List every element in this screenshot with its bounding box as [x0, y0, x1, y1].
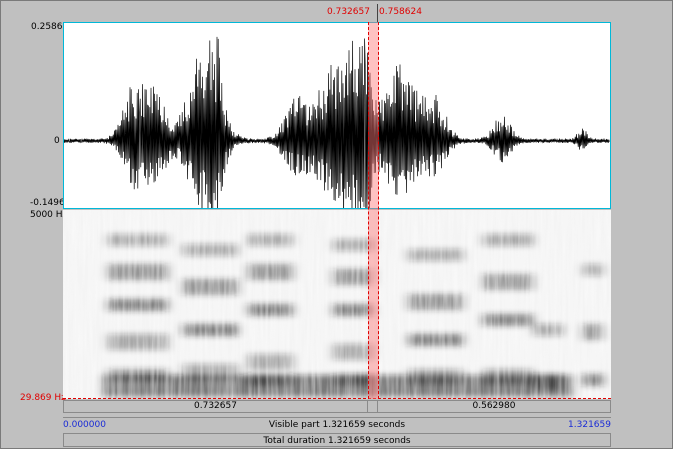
- visible-end-time: 1.321659: [568, 420, 611, 430]
- segment-selected[interactable]: [368, 401, 378, 412]
- segment-left[interactable]: 0.732657: [64, 401, 368, 412]
- waveform-path: [64, 36, 610, 208]
- visible-part-bar[interactable]: 0.000000 Visible part 1.321659 seconds 1…: [63, 417, 611, 430]
- waveform-max-label: 0.2586: [31, 22, 63, 32]
- spectrogram-max-freq-label: 5000 Hz: [30, 210, 68, 220]
- sound-plot-area[interactable]: [63, 22, 611, 399]
- waveform-trace: [64, 36, 610, 208]
- selection-marker-tick: [377, 4, 378, 22]
- selection-end-label: 0.758624: [379, 7, 422, 17]
- spectrogram-floor-line: [63, 398, 611, 399]
- selection-duration-bar[interactable]: 0.732657 0.562980: [63, 400, 611, 413]
- selection-start-cursor[interactable]: [368, 22, 369, 399]
- total-duration-label: Total duration 1.321659 seconds: [263, 436, 411, 446]
- total-duration-bar[interactable]: Total duration 1.321659 seconds: [63, 433, 611, 447]
- segment-right-label: 0.562980: [472, 401, 516, 411]
- spectrogram-min-freq-label: 29.869 Hz: [20, 393, 66, 403]
- visible-part-label: Visible part 1.321659 seconds: [268, 420, 406, 430]
- spectrogram-image: [63, 210, 611, 399]
- waveform-panel[interactable]: [63, 22, 611, 209]
- waveform-min-label: -0.1496: [30, 198, 65, 208]
- selection-start-label: 0.732657: [327, 7, 370, 17]
- spectrogram-panel[interactable]: [63, 210, 611, 399]
- sound-editor-window: 0.732657 0.758624 0.2586 0 -0.1496 5000 …: [0, 0, 673, 449]
- waveform-zero-label: 0: [54, 136, 60, 146]
- segment-left-label: 0.732657: [194, 401, 237, 411]
- segment-right[interactable]: 0.562980: [378, 401, 610, 412]
- selection-end-cursor[interactable]: [378, 22, 379, 399]
